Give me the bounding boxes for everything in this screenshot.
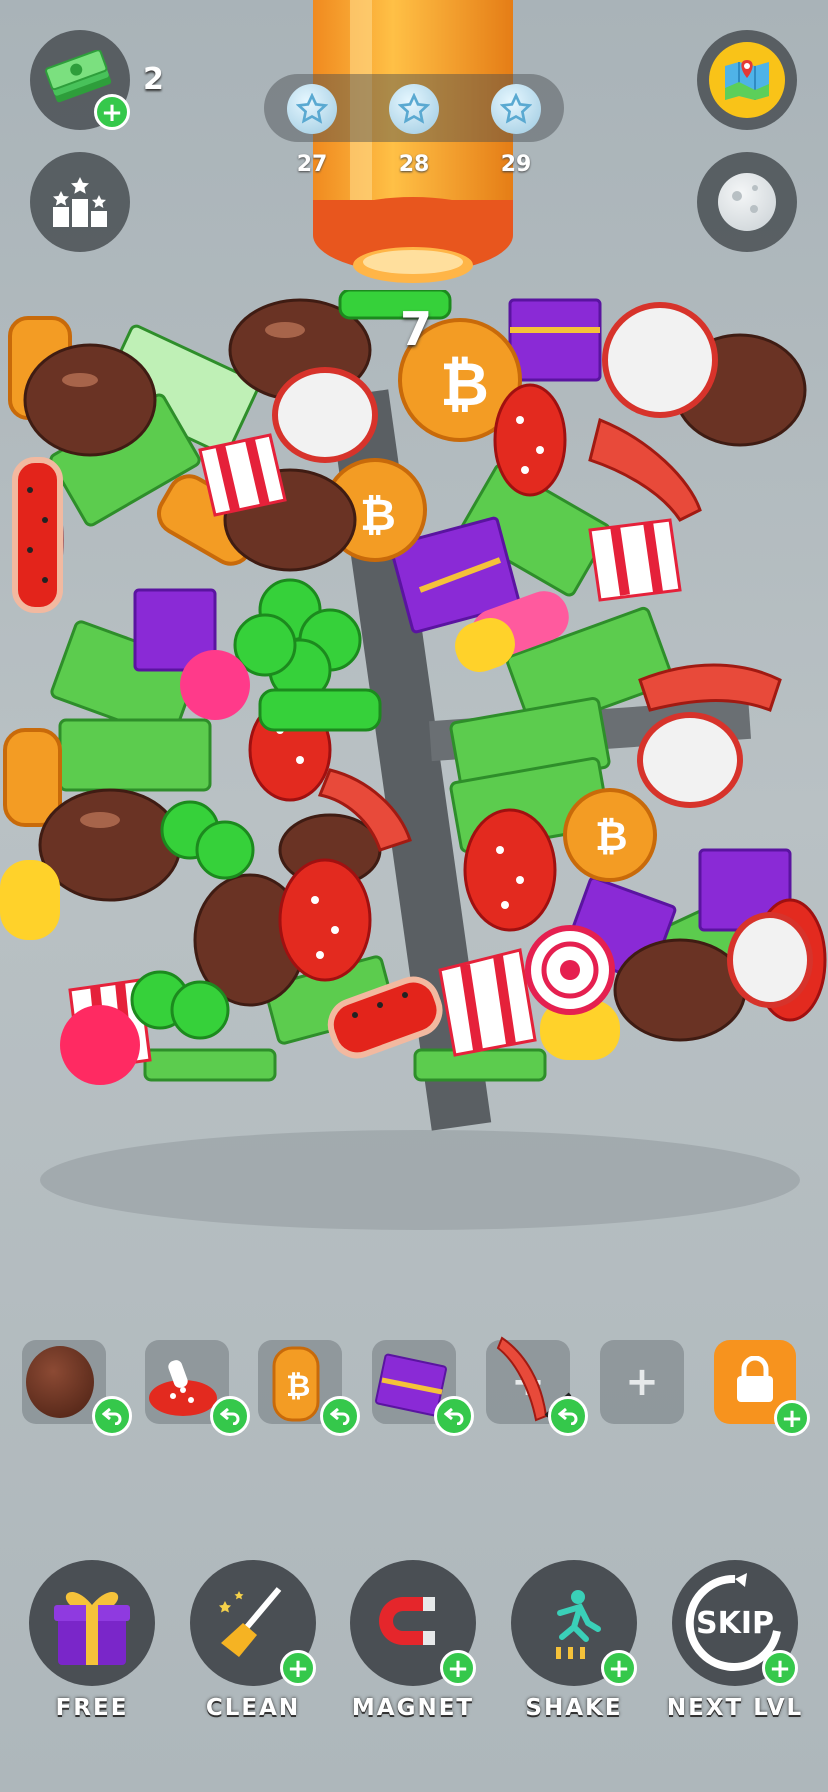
clean-button[interactable]: + <box>190 1560 316 1686</box>
tray-slot[interactable]: ₿ <box>258 1340 360 1436</box>
item-dropper <box>310 0 516 285</box>
milestone-star-icon <box>287 84 337 134</box>
shake-icon <box>556 1590 601 1659</box>
leaderboard-button[interactable] <box>30 152 130 252</box>
svg-text:₿: ₿ <box>360 490 396 541</box>
shake-button[interactable]: + <box>511 1560 637 1686</box>
tray-slot[interactable] <box>22 1340 132 1436</box>
cash-count: 2 <box>143 62 164 97</box>
next-level-label: NEXT LVL <box>666 1695 804 1721</box>
undo-icon[interactable] <box>434 1396 474 1436</box>
shake-label: SHAKE <box>525 1695 623 1721</box>
locked-slot-button[interactable]: + <box>714 1340 810 1436</box>
chocolate-item-icon <box>26 1346 94 1418</box>
next-level-button[interactable]: SKIP + <box>672 1560 798 1686</box>
svg-text:₿: ₿ <box>595 814 628 860</box>
unlock-add-icon[interactable]: + <box>774 1400 810 1436</box>
tray-slot[interactable]: + <box>600 1340 684 1424</box>
moon-icon <box>718 173 776 231</box>
svg-text:₿: ₿ <box>286 1369 310 1404</box>
milestone-label: 28 <box>398 152 430 177</box>
milestone-star-icon <box>389 84 439 134</box>
level-remaining-count: 7 <box>400 302 433 356</box>
magnet-button[interactable]: + <box>350 1560 476 1686</box>
cash-add-icon[interactable]: + <box>94 94 130 130</box>
free-label: FREE <box>55 1695 129 1721</box>
milestone-star-icon <box>491 84 541 134</box>
undo-icon[interactable] <box>92 1396 132 1436</box>
shake-add-icon[interactable]: + <box>601 1650 637 1686</box>
undo-icon[interactable] <box>548 1396 588 1436</box>
lock-icon <box>737 1356 773 1402</box>
milestone-label: 27 <box>296 152 328 177</box>
broom-icon <box>219 1587 282 1657</box>
gift-icon <box>54 1591 130 1665</box>
magnet-icon <box>379 1597 435 1645</box>
item-pile[interactable]: ₿ ₿ ₿ <box>0 288 828 1250</box>
podium-stars-icon <box>53 177 107 227</box>
magnet-add-icon[interactable]: + <box>440 1650 476 1686</box>
free-gift-button[interactable] <box>29 1560 155 1686</box>
undo-icon[interactable] <box>320 1396 360 1436</box>
night-mode-button[interactable] <box>697 152 797 252</box>
tray-slot[interactable] <box>372 1340 474 1436</box>
clean-add-icon[interactable]: + <box>280 1650 316 1686</box>
svg-text:₿: ₿ <box>440 350 489 420</box>
skip-text: SKIP <box>695 1605 774 1641</box>
clean-label: CLEAN <box>205 1695 301 1721</box>
next-level-add-icon[interactable]: + <box>762 1650 798 1686</box>
map-button[interactable] <box>697 30 797 130</box>
magnet-label: MAGNET <box>351 1695 475 1721</box>
undo-icon[interactable] <box>210 1396 250 1436</box>
cash-button[interactable]: + <box>30 30 130 130</box>
tray-slot[interactable]: + <box>486 1336 588 1436</box>
milestone-label: 29 <box>500 152 532 177</box>
map-icon <box>709 42 785 118</box>
add-slot-icon: + <box>625 1359 659 1405</box>
tray-slot[interactable] <box>145 1340 250 1436</box>
